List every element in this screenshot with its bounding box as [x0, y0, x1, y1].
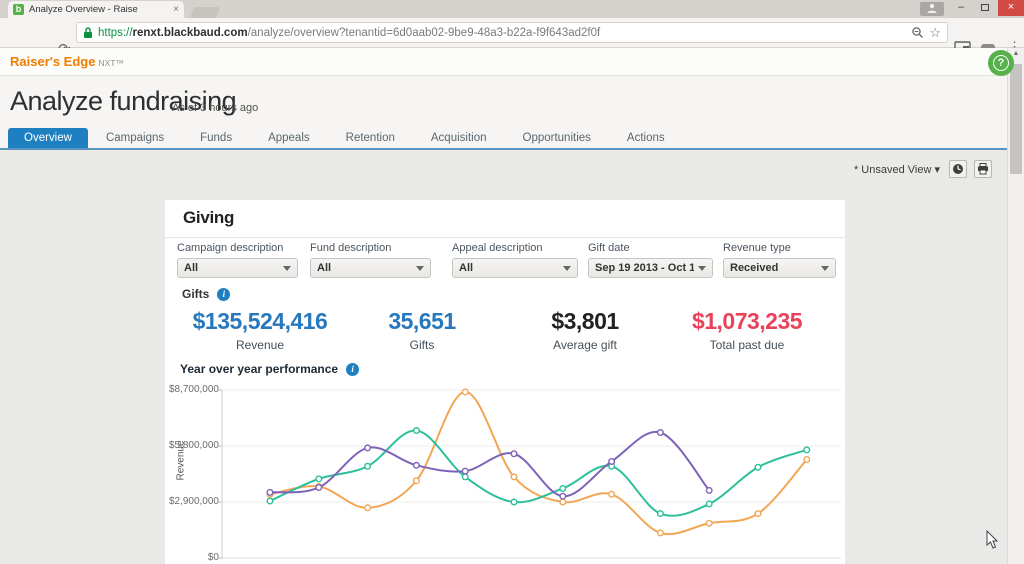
browser-window: b Analyze Overview - Raise × – × ← → ⟳ h…: [0, 0, 1024, 564]
filter-label: Fund description: [310, 242, 392, 254]
view-controls: * Unsaved View ▾: [854, 160, 1005, 178]
filter-label: Gift date: [588, 242, 630, 254]
printer-icon: [978, 163, 988, 175]
caret-down-icon: [283, 265, 291, 271]
restore-button[interactable]: [974, 0, 996, 16]
page-subtitle: As of 3 hours ago: [172, 102, 259, 114]
tab-close-icon[interactable]: ×: [173, 4, 179, 15]
filter-label: Revenue type: [723, 242, 791, 254]
tab-campaigns[interactable]: Campaigns: [88, 128, 182, 148]
url-path: /analyze/overview?tenantid=6d0aab02-9be9…: [247, 26, 601, 39]
padlock-icon: [84, 27, 92, 38]
app-bar: Raiser's Edge NXT™: [0, 48, 1007, 76]
chart-title: Year over year performance: [180, 362, 339, 376]
stat-total-past-due: $1,073,235 Total past due: [657, 308, 837, 352]
filter-label: Campaign description: [177, 242, 284, 254]
browser-tab-title: Analyze Overview - Raise: [29, 4, 138, 15]
help-icon: ?: [993, 55, 1009, 71]
filter-fund: Fund description All: [310, 242, 431, 278]
browser-tab[interactable]: b Analyze Overview - Raise ×: [8, 1, 184, 18]
new-tab-button[interactable]: [190, 7, 220, 18]
gift-date-select[interactable]: Sep 19 2013 - Oct 18 ...: [588, 258, 713, 278]
chevron-down-icon: ▾: [934, 164, 940, 176]
blackbaud-favicon-icon: b: [13, 4, 24, 15]
stat-label: Total past due: [709, 338, 785, 352]
person-icon: [927, 3, 937, 13]
tab-opportunities[interactable]: Opportunities: [505, 128, 609, 148]
caret-down-icon: [698, 265, 706, 271]
tab-underline: [0, 148, 1007, 150]
restore-icon: [981, 4, 989, 11]
tab-appeals[interactable]: Appeals: [250, 128, 328, 148]
revenue-type-select[interactable]: Received: [723, 258, 836, 278]
stat-value: $1,073,235: [691, 308, 803, 334]
stat-label: Gifts: [409, 338, 435, 352]
brand-suffix: NXT™: [98, 58, 124, 68]
brand-logo[interactable]: Raiser's Edge NXT™: [10, 54, 124, 69]
unsaved-view-dropdown[interactable]: * Unsaved View ▾: [854, 163, 940, 176]
profile-button[interactable]: [920, 2, 944, 16]
tab-overview[interactable]: Overview: [8, 128, 88, 148]
print-button[interactable]: [974, 160, 992, 178]
gifts-section-label: Gifts: [182, 287, 210, 301]
zoom-search-icon[interactable]: [911, 26, 924, 39]
appeal-select[interactable]: All: [452, 258, 578, 278]
page-scrollbar[interactable]: ▲: [1007, 48, 1024, 564]
info-icon[interactable]: i: [217, 287, 231, 301]
clock-icon: [953, 164, 963, 174]
stat-revenue: $135,524,416 Revenue: [170, 308, 350, 352]
filter-campaign: Campaign description All: [177, 242, 298, 278]
stat-gifts: 35,651 Gifts: [332, 308, 512, 352]
tab-funds[interactable]: Funds: [182, 128, 250, 148]
filter-gift-date: Gift date Sep 19 2013 - Oct 18 ...: [588, 242, 713, 278]
tab-acquisition[interactable]: Acquisition: [413, 128, 505, 148]
bookmark-star-icon[interactable]: ☆: [929, 25, 941, 41]
stat-value: $135,524,416: [192, 308, 328, 334]
giving-panel: Giving Campaign description All Fund des…: [165, 200, 845, 564]
tab-actions[interactable]: Actions: [609, 128, 683, 148]
filter-appeal: Appeal description All: [452, 242, 578, 278]
scrollbar-thumb[interactable]: [1010, 64, 1022, 174]
history-button[interactable]: [949, 160, 967, 178]
minimize-button[interactable]: –: [950, 0, 972, 16]
stat-value: $3,801: [551, 308, 619, 334]
caret-down-icon: [416, 265, 424, 271]
window-titlebar: b Analyze Overview - Raise × – ×: [0, 0, 1024, 18]
mouse-cursor: [986, 530, 999, 549]
browser-toolbar: ← → ⟳ https://renxt.blackbaud.com/analyz…: [0, 18, 1024, 58]
stat-average-gift: $3,801 Average gift: [495, 308, 675, 352]
divider: [165, 237, 845, 238]
close-window-button[interactable]: ×: [998, 0, 1024, 16]
url-protocol: https://: [98, 26, 133, 39]
stat-label: Average gift: [553, 338, 617, 352]
stat-label: Revenue: [235, 338, 285, 352]
url-text: https://renxt.blackbaud.com/analyze/over…: [98, 27, 906, 39]
filter-label: Appeal description: [452, 242, 543, 254]
help-button[interactable]: ?: [988, 50, 1014, 76]
year-over-year-chart[interactable]: [165, 383, 845, 564]
stat-value: 35,651: [388, 308, 456, 334]
campaign-select[interactable]: All: [177, 258, 298, 278]
url-host: renxt.blackbaud.com: [132, 26, 248, 39]
filter-revenue-type: Revenue type Received: [723, 242, 836, 278]
caret-down-icon: [563, 265, 571, 271]
tab-retention[interactable]: Retention: [328, 128, 413, 148]
address-bar[interactable]: https://renxt.blackbaud.com/analyze/over…: [76, 22, 948, 43]
info-icon[interactable]: i: [346, 362, 360, 376]
caret-down-icon: [821, 265, 829, 271]
analyze-tabs: Overview Campaigns Funds Appeals Retenti…: [0, 128, 683, 148]
panel-title: Giving: [183, 208, 235, 227]
fund-select[interactable]: All: [310, 258, 431, 278]
